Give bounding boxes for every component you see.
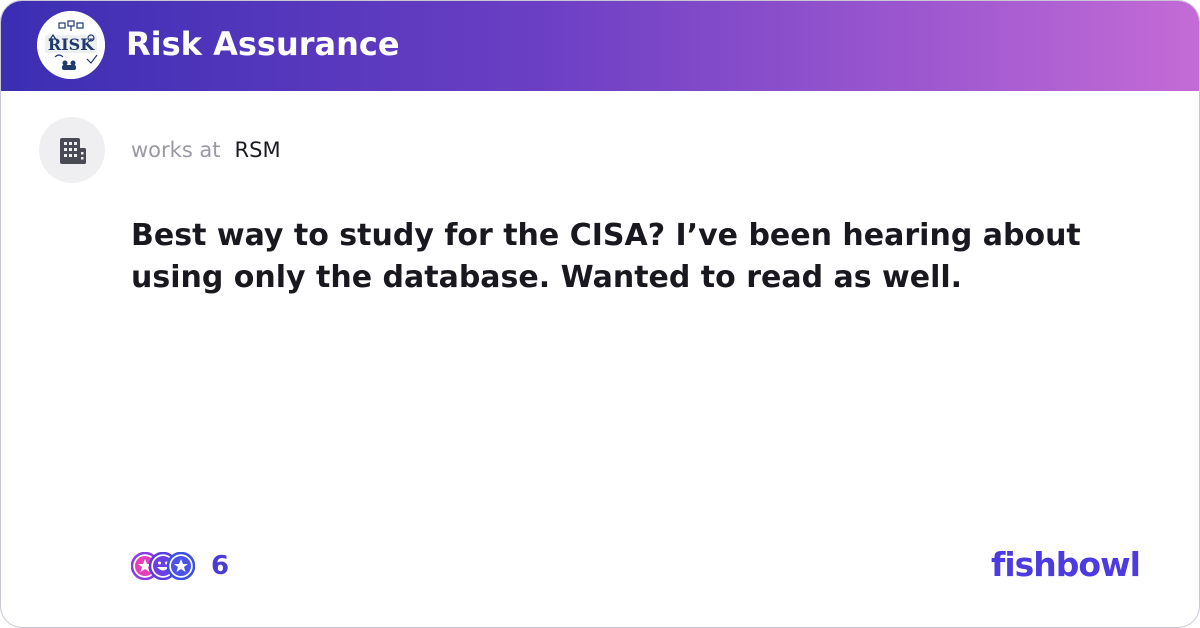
building-icon	[39, 117, 105, 183]
risk-logo-text: RISK	[48, 35, 95, 54]
post-text: Best way to study for the CISA? I’ve bee…	[131, 218, 1081, 295]
company-name[interactable]: RSM	[235, 138, 281, 162]
bowl-header: RISK Risk Assurance	[1, 1, 1199, 91]
risk-bowl-logo: RISK	[37, 11, 105, 79]
reaction-count: 6	[211, 551, 230, 581]
reactions[interactable]: 6	[131, 549, 229, 583]
post-card: RISK Risk Assurance works at RSM Best wa…	[0, 0, 1200, 628]
fishbowl-logo[interactable]: fishbowl	[991, 545, 1141, 584]
bowl-title[interactable]: Risk Assurance	[126, 25, 400, 63]
star-reaction-icon	[167, 552, 195, 580]
works-at-label: works at	[131, 138, 221, 162]
author-info: works at RSM	[39, 117, 281, 183]
reaction-icons	[131, 549, 197, 583]
